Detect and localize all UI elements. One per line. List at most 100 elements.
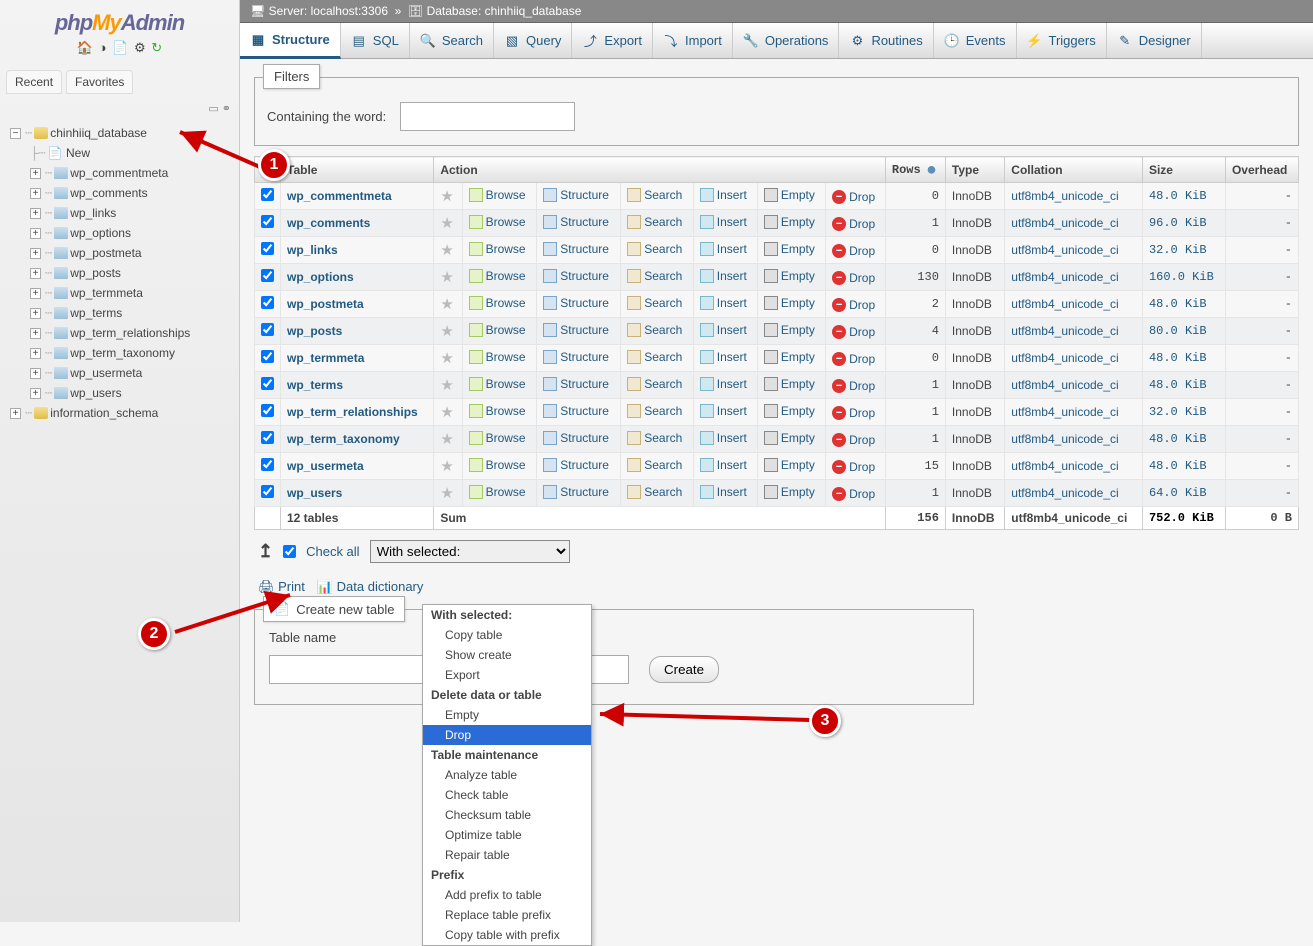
drop-action[interactable]: −Drop [832,190,875,204]
favorite-icon[interactable]: ★ [440,350,453,367]
favorite-icon[interactable]: ★ [440,215,453,232]
table-link[interactable]: wp_options [287,270,354,284]
search-action[interactable]: Search [627,215,682,229]
favorite-icon[interactable]: ★ [440,377,453,394]
bc-db-link[interactable]: chinhiiq_database [485,4,582,18]
table-link[interactable]: wp_commentmeta [287,189,392,203]
drop-action[interactable]: −Drop [832,244,875,258]
nav-table[interactable]: +┄ wp_users [2,383,237,403]
empty-action[interactable]: Empty [764,296,815,310]
search-action[interactable]: Search [627,485,682,499]
dropdown-option[interactable]: Export [423,665,591,685]
drop-action[interactable]: −Drop [832,352,875,366]
empty-action[interactable]: Empty [764,269,815,283]
favorite-icon[interactable]: ★ [440,323,453,340]
row-checkbox[interactable] [261,323,274,336]
search-action[interactable]: Search [627,431,682,445]
col-type[interactable]: Type [945,157,1004,183]
nav-table[interactable]: +┄ wp_posts [2,263,237,283]
tab-export[interactable]: ⤴Export [572,23,653,58]
check-all-link[interactable]: Check all [306,544,359,559]
col-rows[interactable]: Rows [892,163,921,177]
logout-icon[interactable]: ◑ [99,40,107,55]
structure-action[interactable]: Structure [543,350,609,364]
search-action[interactable]: Search [627,377,682,391]
row-checkbox[interactable] [261,350,274,363]
favorite-icon[interactable]: ★ [440,188,453,205]
tab-sql[interactable]: ▤SQL [341,23,410,58]
drop-action[interactable]: −Drop [832,406,875,420]
collapse-icon[interactable]: ▭ [208,103,218,115]
empty-action[interactable]: Empty [764,242,815,256]
structure-action[interactable]: Structure [543,296,609,310]
nav-table[interactable]: +┄ wp_usermeta [2,363,237,383]
structure-action[interactable]: Structure [543,242,609,256]
nav-table[interactable]: +┄ wp_termmeta [2,283,237,303]
search-action[interactable]: Search [627,242,682,256]
nav-table[interactable]: +┄ wp_postmeta [2,243,237,263]
structure-action[interactable]: Structure [543,323,609,337]
tab-events[interactable]: 🕒Events [934,23,1017,58]
nav-table[interactable]: +┄ wp_terms [2,303,237,323]
table-link[interactable]: wp_terms [287,378,343,392]
empty-action[interactable]: Empty [764,458,815,472]
empty-action[interactable]: Empty [764,215,815,229]
tab-recent[interactable]: Recent [6,70,62,94]
structure-action[interactable]: Structure [543,188,609,202]
dropdown-option[interactable]: Empty [423,705,591,725]
browse-action[interactable]: Browse [469,431,526,445]
empty-action[interactable]: Empty [764,323,815,337]
insert-action[interactable]: Insert [700,350,747,364]
col-collation[interactable]: Collation [1005,157,1143,183]
insert-action[interactable]: Insert [700,296,747,310]
settings-icon[interactable]: ⚙ [134,40,146,55]
structure-action[interactable]: Structure [543,458,609,472]
structure-action[interactable]: Structure [543,215,609,229]
table-link[interactable]: wp_postmeta [287,297,364,311]
tab-designer[interactable]: ✎Designer [1107,23,1202,58]
browse-action[interactable]: Browse [469,377,526,391]
search-action[interactable]: Search [627,269,682,283]
empty-action[interactable]: Empty [764,377,815,391]
browse-action[interactable]: Browse [469,323,526,337]
row-checkbox[interactable] [261,296,274,309]
col-size[interactable]: Size [1142,157,1225,183]
dropdown-option[interactable]: Copy table with prefix [423,925,591,945]
filter-input[interactable] [400,102,575,131]
insert-action[interactable]: Insert [700,188,747,202]
row-checkbox[interactable] [261,458,274,471]
tab-triggers[interactable]: ⚡Triggers [1017,23,1107,58]
dropdown-option[interactable]: Replace table prefix [423,905,591,925]
search-action[interactable]: Search [627,296,682,310]
insert-action[interactable]: Insert [700,269,747,283]
row-checkbox[interactable] [261,215,274,228]
structure-action[interactable]: Structure [543,269,609,283]
browse-action[interactable]: Browse [469,215,526,229]
table-link[interactable]: wp_comments [287,216,370,230]
insert-action[interactable]: Insert [700,458,747,472]
favorite-icon[interactable]: ★ [440,269,453,286]
browse-action[interactable]: Browse [469,188,526,202]
row-checkbox[interactable] [261,404,274,417]
tab-routines[interactable]: ⚙Routines [839,23,933,58]
nav-db-other[interactable]: +┄ information_schema [2,403,237,423]
empty-action[interactable]: Empty [764,485,815,499]
drop-action[interactable]: −Drop [832,217,875,231]
search-action[interactable]: Search [627,323,682,337]
structure-action[interactable]: Structure [543,431,609,445]
structure-action[interactable]: Structure [543,377,609,391]
search-action[interactable]: Search [627,404,682,418]
data-dictionary-link[interactable]: 📊 Data dictionary [317,579,424,595]
search-action[interactable]: Search [627,188,682,202]
search-action[interactable]: Search [627,350,682,364]
table-link[interactable]: wp_links [287,243,338,257]
drop-action[interactable]: −Drop [832,460,875,474]
browse-action[interactable]: Browse [469,458,526,472]
dropdown-option[interactable]: Checksum table [423,805,591,825]
dropdown-option[interactable]: Copy table [423,625,591,645]
dropdown-option[interactable]: Add prefix to table [423,885,591,905]
dropdown-option[interactable]: Optimize table [423,825,591,845]
drop-action[interactable]: −Drop [832,487,875,501]
row-checkbox[interactable] [261,269,274,282]
reload-icon[interactable]: ↻ [151,40,162,55]
